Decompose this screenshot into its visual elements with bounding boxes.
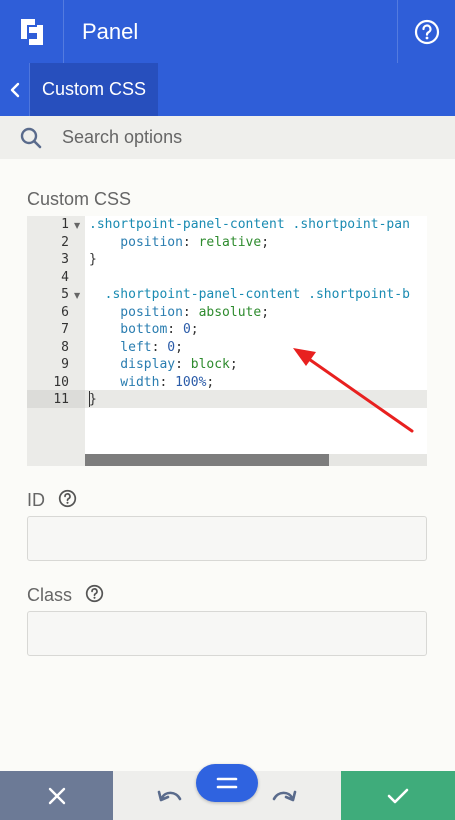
code-line: position: absolute; (89, 304, 269, 322)
panel-title: Panel (82, 18, 139, 44)
help-circle-icon[interactable] (85, 584, 104, 608)
code-token: relative (198, 234, 262, 250)
line-number: 1 (61, 217, 69, 232)
line-number: 5 (61, 287, 69, 302)
code-token: absolute (198, 304, 262, 320)
class-field-label-row: Class (27, 584, 104, 608)
sub-nav: Custom CSS (0, 63, 455, 116)
code-token: display (89, 357, 176, 372)
cancel-button[interactable] (0, 771, 113, 820)
help-circle-icon[interactable] (58, 489, 77, 513)
code-token: .shortpoint-panel-content .shortpoint-pa… (89, 217, 410, 232)
code-token: position (89, 304, 183, 320)
code-token: : (159, 374, 176, 390)
code-line: width: 100%; (89, 374, 214, 392)
code-token: 0 (167, 339, 176, 355)
code-token: ; (229, 357, 238, 372)
fold-toggle-icon[interactable]: ▼ (74, 287, 80, 305)
code-token: ; (206, 374, 215, 390)
line-number: 10 (53, 374, 69, 390)
code-token: 100% (175, 374, 207, 390)
code-line: left: 0; (89, 339, 183, 357)
code-line: position: relative; (89, 234, 269, 252)
search-icon (0, 126, 62, 150)
text-cursor (89, 391, 90, 407)
redo-icon (272, 790, 297, 802)
code-token: width (89, 374, 160, 390)
line-number: 4 (61, 269, 69, 285)
check-icon (387, 788, 409, 803)
top-bar: Panel (0, 0, 455, 63)
menu-button[interactable] (196, 764, 258, 802)
code-line: .shortpoint-panel-content .shortpoint-pa… (89, 216, 410, 234)
search-bar (0, 116, 455, 159)
editor-gutter: 1 2 3 4 5 6 7 8 9 10 11 ▼ ▼ (27, 216, 85, 466)
line-number: 7 (61, 322, 69, 337)
code-token: : (151, 339, 168, 355)
tab-custom-css[interactable]: Custom CSS (30, 63, 159, 116)
id-input[interactable] (27, 516, 427, 561)
code-line: .shortpoint-panel-content .shortpoint-b (89, 286, 410, 304)
line-number: 8 (61, 339, 69, 355)
help-button[interactable] (397, 0, 455, 63)
code-token: block (190, 357, 230, 372)
id-field-label-row: ID (27, 489, 77, 513)
redo-button[interactable] (264, 783, 304, 811)
search-input[interactable] (62, 127, 422, 148)
code-token: ; (190, 322, 199, 337)
code-token: } (89, 252, 97, 267)
line-number: 3 (61, 252, 69, 267)
line-number: 11 (53, 392, 69, 407)
id-field-label: ID (27, 489, 45, 510)
line-number: 9 (61, 357, 69, 372)
menu-icon (216, 777, 238, 789)
code-token: } (89, 392, 97, 407)
code-line: bottom: 0; (89, 321, 199, 339)
code-token: ; (175, 339, 183, 355)
line-number: 6 (61, 304, 69, 320)
class-field-label: Class (27, 584, 73, 605)
css-code-editor[interactable]: 1 2 3 4 5 6 7 8 9 10 11 ▼ ▼ .shortpoint-panel-cont… (27, 216, 427, 466)
close-icon (48, 787, 65, 804)
code-token: : (175, 357, 191, 372)
chevron-left-icon (10, 82, 19, 97)
confirm-button[interactable] (341, 771, 455, 820)
code-token: 0 (182, 322, 191, 337)
code-token: ; (261, 234, 270, 250)
code-token: : (167, 322, 183, 337)
code-token: ; (261, 304, 270, 320)
shortpoint-logo-icon (20, 18, 43, 45)
code-line: } (89, 251, 97, 269)
question-circle-icon (414, 19, 439, 44)
code-token: .shortpoint-panel-content .shortpoint-b (89, 287, 410, 302)
back-button[interactable] (0, 63, 30, 116)
line-number: 2 (61, 234, 69, 250)
code-token: : (182, 234, 199, 250)
code-token: position (89, 234, 183, 250)
code-token: bottom (89, 322, 168, 337)
custom-css-label: Custom CSS (27, 189, 132, 209)
horizontal-scrollbar-thumb[interactable] (85, 454, 329, 466)
fold-toggle-icon[interactable]: ▼ (74, 217, 80, 235)
code-token: left (89, 339, 152, 355)
class-input[interactable] (27, 611, 427, 656)
code-line: } (89, 391, 97, 409)
editor-code-area[interactable]: .shortpoint-panel-content .shortpoint-pa… (85, 216, 427, 466)
code-token: : (182, 304, 199, 320)
undo-button[interactable] (150, 783, 190, 811)
code-line: display: block; (89, 356, 238, 374)
undo-icon (157, 790, 182, 802)
app-logo (0, 0, 64, 63)
